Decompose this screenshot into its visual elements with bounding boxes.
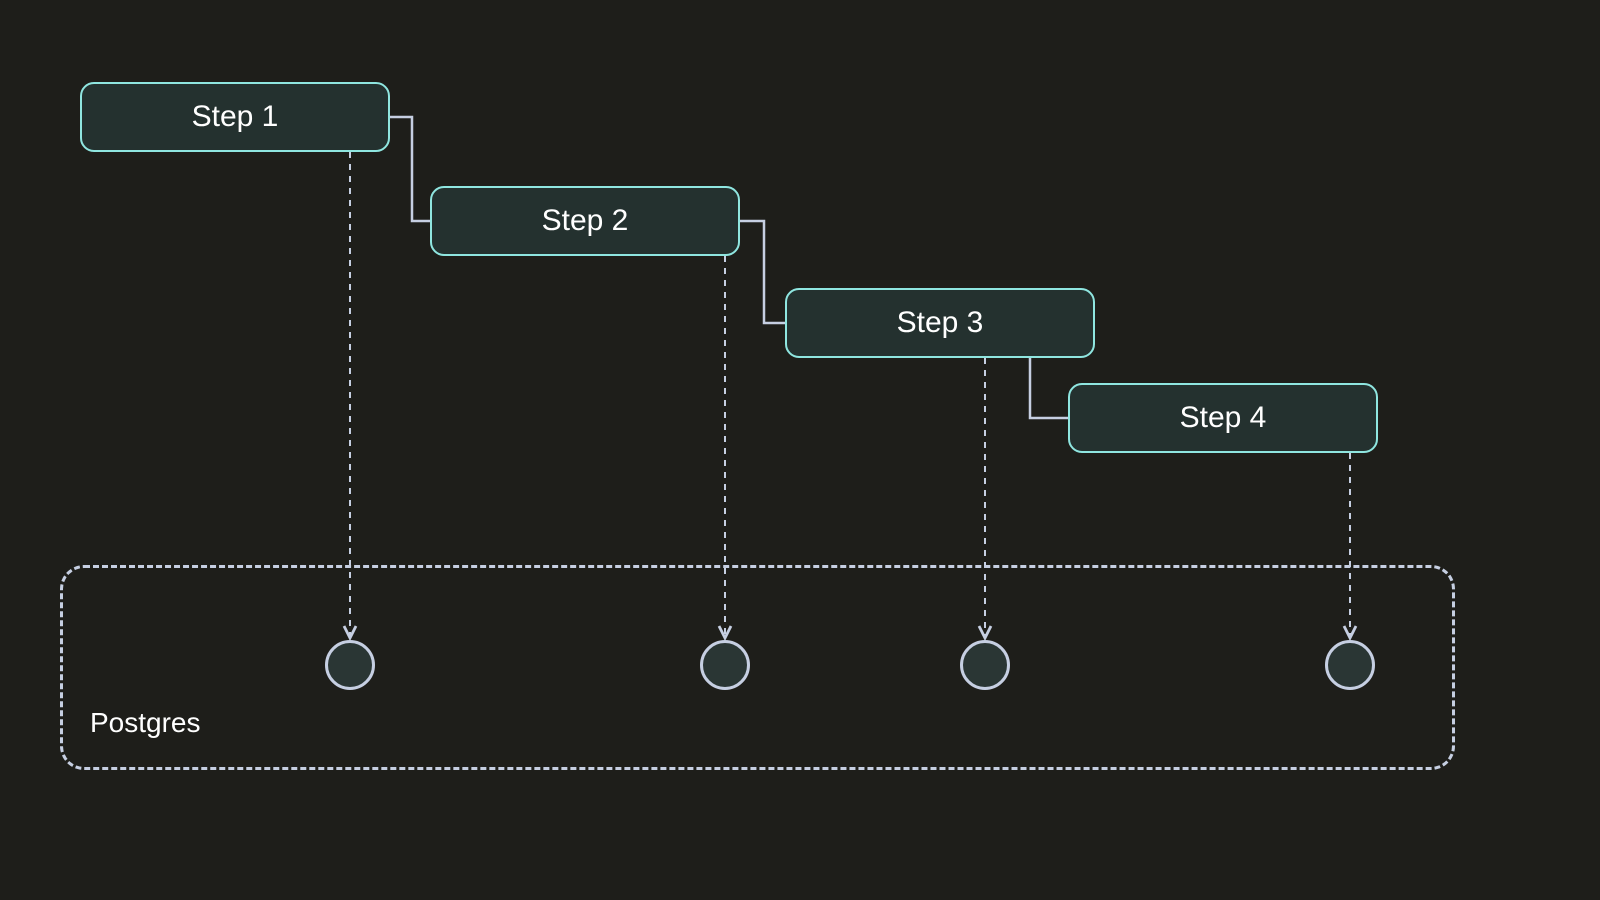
db-node-2 <box>700 640 750 690</box>
step-3-label: Step 3 <box>897 306 984 340</box>
db-node-3 <box>960 640 1010 690</box>
step-2-label: Step 2 <box>542 204 629 238</box>
step-1-box: Step 1 <box>80 82 390 152</box>
step-3-box: Step 3 <box>785 288 1095 358</box>
step-4-box: Step 4 <box>1068 383 1378 453</box>
step-1-label: Step 1 <box>192 100 279 134</box>
diagram-canvas: Postgres Step 1 Step 2 Step 3 Step 4 <box>0 0 1600 900</box>
connector-step3-step4 <box>1030 358 1068 418</box>
database-container <box>60 565 1455 770</box>
connector-step1-step2 <box>390 117 430 221</box>
connector-step2-step3 <box>740 221 785 323</box>
db-node-4 <box>1325 640 1375 690</box>
database-label: Postgres <box>90 707 201 739</box>
step-4-label: Step 4 <box>1180 401 1267 435</box>
step-2-box: Step 2 <box>430 186 740 256</box>
db-node-1 <box>325 640 375 690</box>
